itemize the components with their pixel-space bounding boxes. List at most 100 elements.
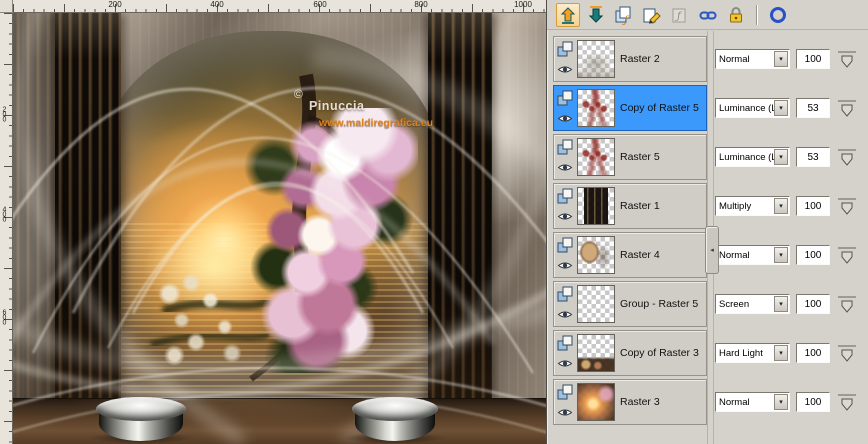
visibility-eye-icon[interactable] bbox=[557, 160, 573, 172]
layer-thumbnail[interactable] bbox=[577, 187, 615, 225]
layer-thumbnail[interactable] bbox=[577, 334, 615, 372]
tree-trunk-art bbox=[149, 73, 367, 382]
blend-mode-dropdown[interactable]: Multiply ▾ bbox=[715, 196, 790, 216]
move-layer-up-button[interactable] bbox=[556, 2, 580, 27]
blend-mode-label: Luminance (L) bbox=[719, 151, 774, 163]
horizontal-ruler[interactable]: 200 400 600 800 1000 bbox=[13, 0, 546, 13]
visibility-eye-icon[interactable] bbox=[557, 209, 573, 221]
visibility-eye-icon[interactable] bbox=[557, 356, 573, 368]
floor-art bbox=[13, 398, 546, 444]
panel-splitter[interactable]: ◂ bbox=[705, 31, 719, 444]
light-arches-art bbox=[13, 13, 546, 444]
layer-thumbnail[interactable] bbox=[577, 383, 615, 421]
layer-name[interactable]: Raster 3 bbox=[620, 380, 660, 424]
opacity-field[interactable]: 100 bbox=[796, 49, 830, 69]
blend-mode-dropdown[interactable]: Luminance (L) ▾ bbox=[715, 147, 790, 167]
layer-name[interactable]: Raster 2 bbox=[620, 37, 660, 81]
layer-cell[interactable]: Raster 1 bbox=[553, 183, 707, 229]
opacity-slider[interactable] bbox=[835, 244, 859, 266]
blend-mode-label: Hard Light bbox=[719, 347, 763, 359]
layer-name[interactable]: Raster 5 bbox=[620, 135, 660, 179]
splitter-grip-icon[interactable]: ◂ bbox=[705, 226, 719, 274]
layer-type-icon bbox=[557, 90, 573, 106]
chevron-down-icon[interactable]: ▾ bbox=[774, 149, 788, 165]
image-canvas[interactable]: © Pinuccia www.maldiregrafica.eu bbox=[13, 13, 546, 444]
blend-mode-label: Multiply bbox=[719, 200, 752, 212]
layer-name[interactable]: Copy of Raster 5 bbox=[620, 86, 699, 130]
opacity-field[interactable]: 100 bbox=[796, 196, 830, 216]
layer-cell[interactable]: Group - Raster 5 bbox=[553, 281, 707, 327]
chevron-down-icon[interactable]: ▾ bbox=[774, 345, 788, 361]
layer-cell[interactable]: Raster 3 bbox=[553, 379, 707, 425]
opacity-slider[interactable] bbox=[835, 293, 859, 315]
opacity-slider[interactable] bbox=[835, 391, 859, 413]
new-layer-button[interactable]: ƒ bbox=[612, 3, 636, 27]
visibility-eye-icon[interactable] bbox=[557, 307, 573, 319]
chevron-down-icon[interactable]: ▾ bbox=[774, 247, 788, 263]
opacity-value: 100 bbox=[804, 347, 822, 359]
blend-mode-label: Normal bbox=[719, 249, 750, 261]
opacity-field[interactable]: 53 bbox=[796, 98, 830, 118]
chevron-down-icon[interactable]: ▾ bbox=[774, 100, 788, 116]
layer-name[interactable]: Group - Raster 5 bbox=[620, 282, 698, 326]
opacity-slider[interactable] bbox=[835, 342, 859, 364]
layer-name[interactable]: Raster 1 bbox=[620, 184, 660, 228]
layer-type-icon bbox=[557, 286, 573, 302]
blend-mode-dropdown[interactable]: Normal ▾ bbox=[715, 245, 790, 265]
layer-cell[interactable]: Raster 4 bbox=[553, 232, 707, 278]
blend-mode-dropdown[interactable]: Normal ▾ bbox=[715, 49, 790, 69]
visibility-eye-icon[interactable] bbox=[557, 62, 573, 74]
opacity-slider[interactable] bbox=[835, 195, 859, 217]
layer-cell[interactable]: Raster 5 bbox=[553, 134, 707, 180]
opacity-field[interactable]: 100 bbox=[796, 392, 830, 412]
opacity-field[interactable]: 100 bbox=[796, 343, 830, 363]
highlight-ring-button[interactable] bbox=[766, 3, 790, 27]
layer-type-icon bbox=[557, 41, 573, 57]
layer-cell[interactable]: Raster 2 bbox=[553, 36, 707, 82]
blend-mode-dropdown[interactable]: Hard Light ▾ bbox=[715, 343, 790, 363]
chevron-down-icon[interactable]: ▾ bbox=[774, 51, 788, 67]
opacity-field[interactable]: 100 bbox=[796, 294, 830, 314]
layer-thumbnail[interactable] bbox=[577, 138, 615, 176]
opacity-field[interactable]: 100 bbox=[796, 245, 830, 265]
ghost-column-art bbox=[13, 13, 57, 399]
layer-thumbnail[interactable] bbox=[577, 40, 615, 78]
layer-type-icon bbox=[557, 384, 573, 400]
chevron-down-icon[interactable]: ▾ bbox=[774, 296, 788, 312]
opacity-slider[interactable] bbox=[835, 146, 859, 168]
watermark-url: www.maldiregrafica.eu bbox=[319, 117, 433, 129]
sunset-scene-art bbox=[103, 31, 438, 401]
layers-palette: ƒ ƒ Raster 2 Normal ▾ 100 Copy of Raster… bbox=[546, 0, 868, 444]
chevron-down-icon[interactable]: ▾ bbox=[774, 394, 788, 410]
opacity-slider[interactable] bbox=[835, 48, 859, 70]
opacity-field[interactable]: 53 bbox=[796, 147, 830, 167]
ruler-mark: 200 bbox=[1, 106, 8, 122]
blend-mode-label: Normal bbox=[719, 53, 750, 65]
left-column-art bbox=[55, 13, 121, 399]
vertical-ruler[interactable]: 200 400 600 bbox=[0, 13, 13, 444]
layer-name[interactable]: Raster 4 bbox=[620, 233, 660, 277]
layer-cell[interactable]: Copy of Raster 3 bbox=[553, 330, 707, 376]
blend-mode-dropdown[interactable]: Normal ▾ bbox=[715, 392, 790, 412]
ruler-mark: 800 bbox=[414, 0, 428, 9]
lock-transparency-button[interactable] bbox=[724, 3, 748, 27]
opacity-value: 100 bbox=[804, 298, 822, 310]
new-adjustment-layer-button-disabled[interactable]: ƒ bbox=[668, 3, 692, 27]
visibility-eye-icon[interactable] bbox=[557, 258, 573, 270]
visibility-eye-icon[interactable] bbox=[557, 405, 573, 417]
water-reflection-art bbox=[103, 223, 438, 401]
layer-cell[interactable]: Copy of Raster 5 bbox=[553, 85, 707, 131]
layer-thumbnail[interactable] bbox=[577, 236, 615, 274]
visibility-eye-icon[interactable] bbox=[557, 111, 573, 123]
layer-name[interactable]: Copy of Raster 3 bbox=[620, 331, 699, 375]
chevron-down-icon[interactable]: ▾ bbox=[774, 198, 788, 214]
opacity-slider[interactable] bbox=[835, 97, 859, 119]
layer-thumbnail[interactable] bbox=[577, 285, 615, 323]
blend-mode-dropdown[interactable]: Luminance (L) ▾ bbox=[715, 98, 790, 118]
new-mask-layer-button[interactable] bbox=[640, 3, 664, 27]
link-layers-button[interactable] bbox=[696, 3, 720, 27]
layer-type-icon bbox=[557, 139, 573, 155]
move-layer-down-button[interactable] bbox=[584, 3, 608, 27]
blend-mode-dropdown[interactable]: Screen ▾ bbox=[715, 294, 790, 314]
layer-thumbnail[interactable] bbox=[577, 89, 615, 127]
